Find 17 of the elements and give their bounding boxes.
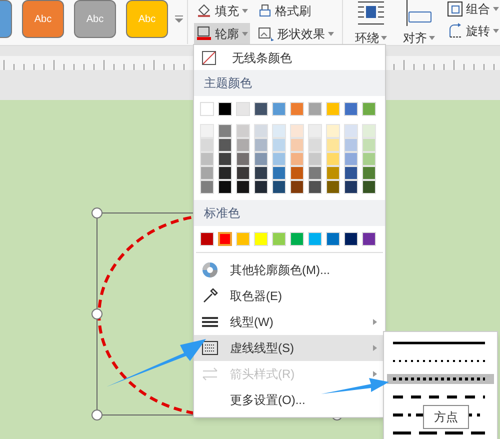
section-header: 主题颜色 bbox=[194, 70, 385, 96]
ribbon-tool-button[interactable]: 组合 bbox=[447, 0, 499, 18]
ribbon-tool-button[interactable]: 填充 bbox=[194, 0, 250, 21]
menu-item[interactable]: 取色器(E) bbox=[194, 283, 385, 309]
ribbon-large-button[interactable]: 对齐 bbox=[399, 0, 439, 47]
menu-item[interactable]: 更多设置(O)... bbox=[194, 387, 385, 413]
ribbon-tool-button[interactable]: 格式刷 bbox=[256, 0, 336, 21]
menu-item[interactable]: 无线条颜色 bbox=[194, 45, 385, 70]
menu-item[interactable]: 虚线线型(S) bbox=[194, 335, 385, 361]
ribbon-tool-button[interactable]: 旋转 bbox=[447, 22, 499, 40]
ribbon-tool-button[interactable]: 轮廓 bbox=[194, 23, 250, 44]
section-header: 标准色 bbox=[194, 200, 385, 226]
tooltip: 方点 bbox=[423, 405, 469, 429]
ribbon-large-button[interactable]: 环绕 bbox=[351, 0, 391, 47]
ribbon-tool-button[interactable]: 形状效果 bbox=[256, 23, 336, 44]
menu-item[interactable]: 其他轮廓颜色(M)... bbox=[194, 257, 385, 283]
menu-item[interactable]: 线型(W) bbox=[194, 309, 385, 335]
